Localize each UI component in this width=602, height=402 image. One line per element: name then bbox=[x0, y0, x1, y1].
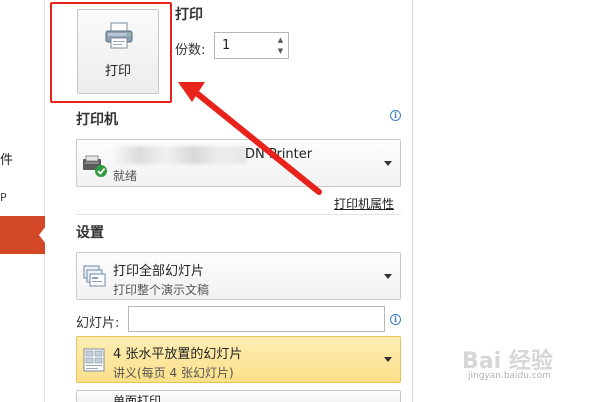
copies-value: 1 bbox=[222, 38, 231, 53]
printer-ready-icon bbox=[83, 155, 107, 177]
handout-layout-icon bbox=[83, 348, 105, 372]
printer-properties-link[interactable]: 打印机属性 bbox=[334, 195, 394, 212]
printer-name-redacted bbox=[113, 146, 247, 164]
layout-dropdown[interactable]: 4 张水平放置的幻灯片 讲义(每页 4 张幻灯片) bbox=[76, 336, 401, 383]
layout-main: 4 张水平放置的幻灯片 bbox=[113, 347, 243, 362]
watermark-sub: jingyan.baidu.com bbox=[468, 371, 552, 381]
spin-down-icon[interactable]: ▼ bbox=[276, 47, 285, 56]
print-button-label: 打印 bbox=[104, 64, 131, 79]
info-icon[interactable]: i bbox=[390, 314, 401, 325]
chevron-down-icon bbox=[384, 274, 392, 279]
print-scope-dropdown[interactable]: 打印全部幻灯片 打印整个演示文稿 bbox=[76, 252, 401, 300]
printer-dropdown[interactable]: DN Printer 就绪 bbox=[76, 139, 401, 187]
duplex-dropdown[interactable]: 单面打印 bbox=[76, 390, 401, 402]
printer-section-title: 打印机 bbox=[76, 112, 118, 128]
printer-name: DN Printer bbox=[245, 147, 313, 162]
copies-stepper[interactable]: 1 ▲ ▼ bbox=[214, 32, 289, 59]
duplex-main: 单面打印 bbox=[113, 394, 162, 402]
print-button-highlight: 打印 bbox=[50, 2, 172, 103]
print-button[interactable]: 打印 bbox=[77, 9, 159, 94]
print-scope-sub: 打印整个演示文稿 bbox=[113, 283, 210, 297]
print-section-title: 打印 bbox=[175, 7, 203, 23]
spin-up-icon[interactable]: ▲ bbox=[276, 36, 285, 45]
slides-input[interactable] bbox=[128, 306, 385, 332]
layout-sub: 讲义(每页 4 张幻灯片) bbox=[113, 366, 234, 380]
settings-section-title: 设置 bbox=[76, 225, 104, 241]
info-icon[interactable]: i bbox=[390, 110, 401, 121]
divider bbox=[76, 214, 401, 215]
slides-stack-icon bbox=[83, 265, 106, 287]
print-scope-main: 打印全部幻灯片 bbox=[113, 264, 205, 279]
printer-icon bbox=[105, 22, 133, 49]
printer-status: 就绪 bbox=[113, 169, 138, 183]
watermark: Bai 经验 jingyan.baidu.com bbox=[462, 343, 598, 383]
slides-label: 幻灯片: bbox=[76, 316, 120, 331]
chevron-down-icon bbox=[384, 357, 392, 362]
sidebar-item-partial-2[interactable]: P bbox=[0, 191, 8, 204]
sidebar-item-partial[interactable]: 件 bbox=[0, 149, 13, 168]
copies-label: 份数: bbox=[175, 43, 206, 58]
backstage-sidebar: 件 P bbox=[0, 0, 46, 402]
chevron-down-icon bbox=[384, 161, 392, 166]
